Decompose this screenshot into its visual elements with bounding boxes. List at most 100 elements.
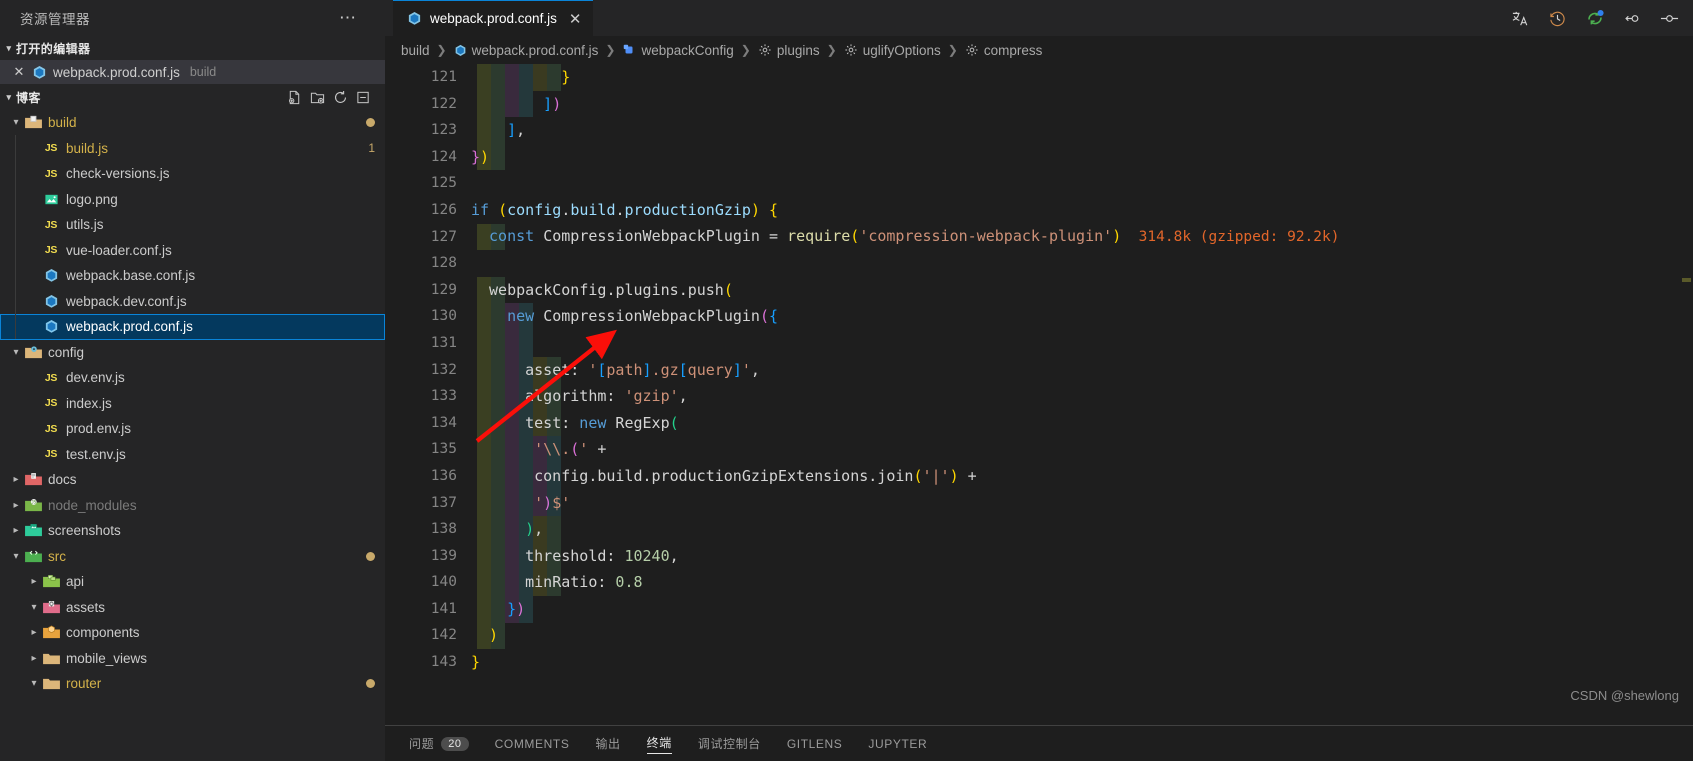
- git-change-badge: 1: [368, 141, 375, 156]
- code-line[interactable]: 133 algorithm: 'gzip',: [399, 383, 1693, 410]
- tree-folder-node-modules[interactable]: ▸ JS node_modules: [0, 493, 385, 519]
- collapse-all-icon[interactable]: [356, 90, 371, 105]
- tree-folder-config[interactable]: ▾ config: [0, 340, 385, 366]
- panel-tab-comments[interactable]: COMMENTS: [495, 737, 570, 751]
- open-editors-header[interactable]: ▾ 打开的编辑器: [0, 36, 385, 60]
- code-line[interactable]: 138),: [399, 516, 1693, 543]
- code-token: :: [597, 573, 616, 592]
- code-line[interactable]: 139 threshold: 10240,: [399, 543, 1693, 570]
- code-line[interactable]: 126 if (config.build.productionGzip) {: [399, 197, 1693, 224]
- folder-config-icon: [24, 345, 42, 360]
- code-line[interactable]: 132 asset: '[path].gz[query]',: [399, 357, 1693, 384]
- editor-scrollbar[interactable]: [1679, 128, 1693, 725]
- tree-folder-screenshots[interactable]: ▸ screenshots: [0, 518, 385, 544]
- panel-tab-gitlens[interactable]: GITLENS: [787, 737, 843, 751]
- tree-item-label: utils.js: [66, 217, 104, 233]
- code-line[interactable]: 121}: [399, 64, 1693, 91]
- tree-file-webpack-dev-conf-js[interactable]: webpack.dev.conf.js: [0, 289, 385, 315]
- close-icon[interactable]: ✕: [12, 64, 26, 80]
- code-line[interactable]: 134 test: new RegExp(: [399, 410, 1693, 437]
- project-root-header[interactable]: ▾ 博客: [0, 84, 385, 110]
- open-editor-item[interactable]: ✕ webpack.prod.conf.js build: [0, 60, 385, 84]
- code-line[interactable]: 122]): [399, 91, 1693, 118]
- code-line[interactable]: 131: [399, 330, 1693, 357]
- code-token: [: [678, 360, 688, 379]
- code-token: ]: [543, 94, 553, 113]
- code-editor[interactable]: 121} 122]) 123], 124}) 125 126 if (config.buil…: [385, 64, 1693, 725]
- panel-tab-jupyter[interactable]: JUPYTER: [868, 737, 927, 751]
- code-line[interactable]: 127 const CompressionWebpackPlugin = requ…: [399, 224, 1693, 251]
- tree-file-webpack-prod-conf-js[interactable]: webpack.prod.conf.js: [0, 314, 385, 340]
- breadcrumb-item-build[interactable]: build: [401, 43, 430, 58]
- toggle-icon[interactable]: [1660, 9, 1679, 28]
- tree-file-webpack-base-conf-js[interactable]: webpack.base.conf.js: [0, 263, 385, 289]
- breadcrumb-item-webpack-prod-conf-js[interactable]: webpack.prod.conf.js: [454, 42, 599, 58]
- breadcrumb-item-plugins[interactable]: plugins: [758, 43, 820, 58]
- editor-tabs-bar: webpack.prod.conf.js ✕: [385, 0, 1693, 36]
- new-folder-icon[interactable]: [310, 90, 325, 105]
- sync-icon[interactable]: [1585, 8, 1605, 28]
- tree-file-logo-png[interactable]: logo.png: [0, 187, 385, 213]
- file-tree[interactable]: ▾ build JS build.js 1 JS check-versions.js logo…: [0, 110, 385, 761]
- code-line[interactable]: 137 ')$': [399, 490, 1693, 517]
- new-file-icon[interactable]: [287, 90, 302, 105]
- tree-folder-api[interactable]: ▸ api: [0, 569, 385, 595]
- history-icon[interactable]: [1548, 9, 1567, 28]
- code-line[interactable]: 135 '\\.(' +: [399, 436, 1693, 463]
- translate-icon[interactable]: [1511, 9, 1530, 28]
- tree-file-test-env-js[interactable]: JS test.env.js: [0, 442, 385, 468]
- line-number: 132: [430, 361, 457, 378]
- code-line[interactable]: 123],: [399, 117, 1693, 144]
- panel-tab---[interactable]: 问题 20: [409, 735, 469, 752]
- chevron-down-icon: ▾: [6, 91, 12, 102]
- panel-tab---[interactable]: 终端: [646, 734, 672, 754]
- line-number: 143: [430, 654, 457, 671]
- code-line[interactable]: 125: [399, 170, 1693, 197]
- panel-tab---[interactable]: 输出: [595, 735, 620, 752]
- folder-images-icon: [24, 523, 42, 538]
- breadcrumb[interactable]: build ❯ webpack.prod.conf.js ❯ webpackConfig…: [385, 36, 1693, 64]
- tree-folder-assets[interactable]: ▾ assets: [0, 595, 385, 621]
- line-number: 122: [430, 95, 457, 112]
- code-line[interactable]: 141}): [399, 596, 1693, 623]
- tree-folder-build[interactable]: ▾ build: [0, 110, 385, 136]
- tree-file-prod-env-js[interactable]: JS prod.env.js: [0, 416, 385, 442]
- tab-webpack-prod-conf[interactable]: webpack.prod.conf.js ✕: [393, 0, 594, 36]
- tree-file-vue-loader-conf-js[interactable]: JS vue-loader.conf.js: [0, 238, 385, 264]
- code-content[interactable]: 121} 122]) 123], 124}) 125 126 if (config.buil…: [399, 64, 1693, 725]
- refresh-icon[interactable]: [333, 90, 348, 105]
- tree-file-utils-js[interactable]: JS utils.js: [0, 212, 385, 238]
- tree-file-index-js[interactable]: JS index.js: [0, 391, 385, 417]
- tree-file-build-js[interactable]: JS build.js 1: [0, 136, 385, 162]
- tree-folder-router[interactable]: ▾ router: [0, 671, 385, 697]
- tree-folder-docs[interactable]: ▸ docs: [0, 467, 385, 493]
- code-line[interactable]: 130 new CompressionWebpackPlugin({: [399, 303, 1693, 330]
- code-line[interactable]: 142): [399, 622, 1693, 649]
- tree-file-check-versions-js[interactable]: JS check-versions.js: [0, 161, 385, 187]
- code-line[interactable]: 128: [399, 250, 1693, 277]
- code-line[interactable]: 129 webpackConfig.plugins.push(: [399, 277, 1693, 304]
- tree-item-label: assets: [66, 599, 106, 615]
- git-modified-dot: [366, 551, 375, 561]
- code-line[interactable]: 143}: [399, 649, 1693, 676]
- code-token: .: [678, 280, 688, 299]
- breadcrumb-item-uglifyoptions[interactable]: uglifyOptions: [844, 43, 941, 58]
- code-line[interactable]: 140 minRatio: 0.8: [399, 569, 1693, 596]
- tree-file-dev-env-js[interactable]: JS dev.env.js: [0, 365, 385, 391]
- close-icon[interactable]: ✕: [569, 10, 582, 28]
- folder-node-icon: JS: [24, 498, 42, 513]
- panel-tab------[interactable]: 调试控制台: [698, 735, 761, 752]
- split-editor-icon[interactable]: [1623, 9, 1642, 28]
- code-line[interactable]: 124}): [399, 144, 1693, 171]
- breadcrumb-item-webpackconfig[interactable]: webpackConfig: [622, 43, 734, 58]
- breadcrumb-label: webpack.prod.conf.js: [471, 42, 599, 58]
- breadcrumb-item-compress[interactable]: compress: [965, 43, 1042, 58]
- tree-folder-mobile-views[interactable]: ▸ mobile_views: [0, 646, 385, 672]
- code-line[interactable]: 136 config.build.productionGzipExtensions…: [399, 463, 1693, 490]
- bottom-panel-tabs[interactable]: 问题 20 COMMENTS 输出 终端 调试控制台 GITLENS JUPYTER: [385, 725, 1693, 761]
- tree-folder-components[interactable]: ▸ components: [0, 620, 385, 646]
- panel-tab-label: JUPYTER: [868, 736, 928, 751]
- explorer-more-actions-icon[interactable]: ⋯: [339, 8, 373, 28]
- code-token: build: [570, 200, 616, 219]
- tree-folder-src[interactable]: ▾ src: [0, 544, 385, 570]
